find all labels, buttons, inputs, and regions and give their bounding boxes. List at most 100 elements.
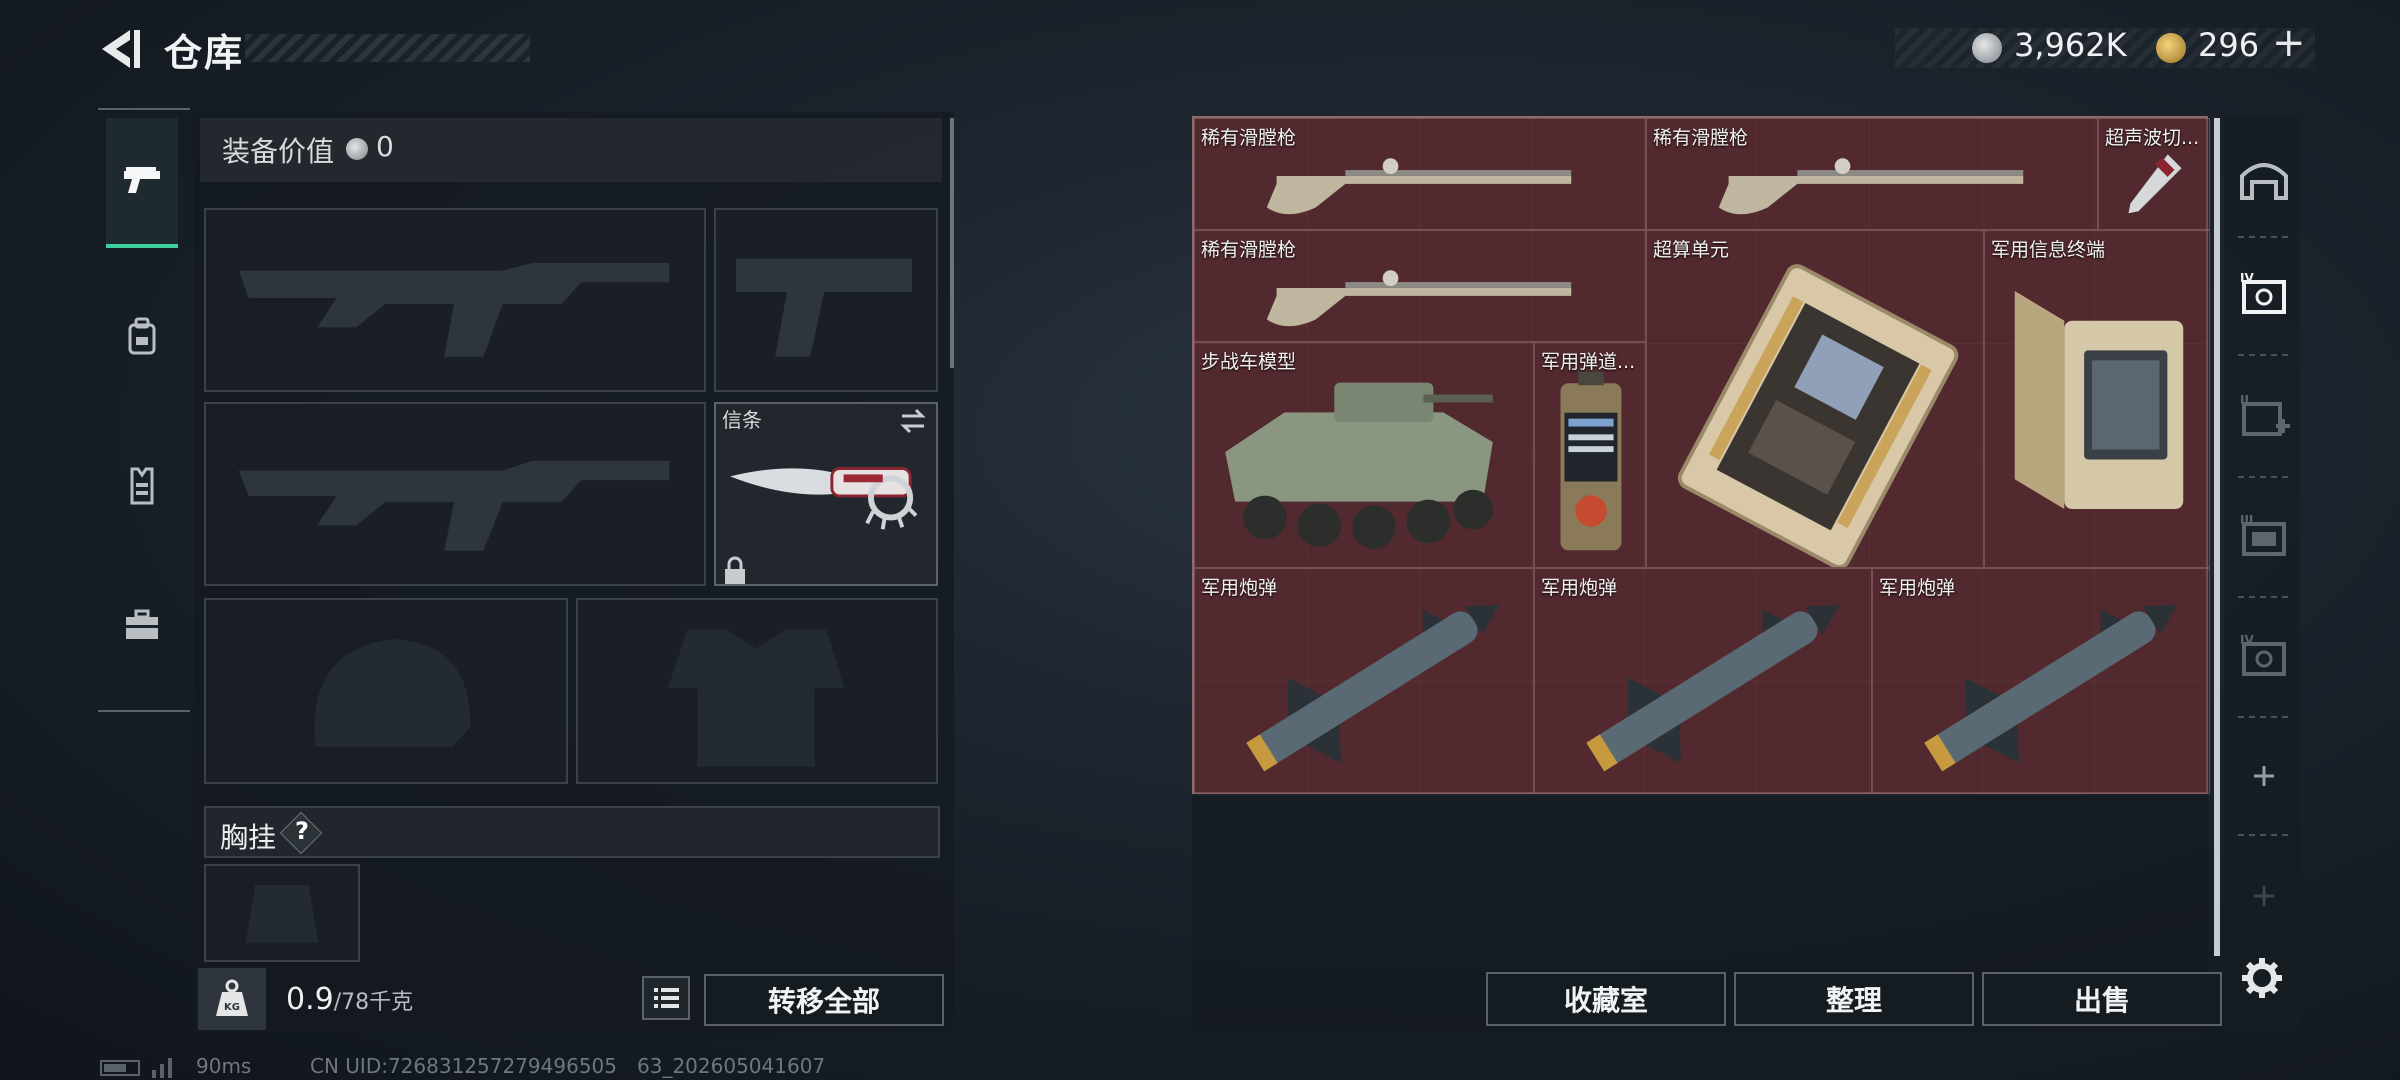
helmet-slot[interactable] xyxy=(204,598,568,784)
storage-scrollbar[interactable] xyxy=(2214,118,2220,956)
coin-icon xyxy=(1972,33,2002,63)
backpack-icon xyxy=(128,317,156,355)
storage-tab-add-2[interactable]: II xyxy=(2236,390,2292,446)
tidy-button[interactable]: 整理 xyxy=(1734,972,1974,1026)
chest-rig-silhouette-icon xyxy=(245,885,319,943)
safe-box-iii-icon: III xyxy=(2240,513,2286,556)
artillery-shell-icon xyxy=(1586,604,1840,772)
primary-weapon-slot[interactable] xyxy=(204,208,706,392)
equipment-value: 0 xyxy=(376,130,394,163)
supercomputing-unit-icon xyxy=(1677,264,1959,567)
divider xyxy=(2238,596,2288,598)
token-balance: 296 xyxy=(2198,26,2260,64)
user-uid: CN UID:726831257279496505 63_20260504160… xyxy=(310,1054,826,1078)
storage-tab-4[interactable]: IV xyxy=(2236,268,2292,324)
title-decoration xyxy=(245,34,530,62)
token-icon xyxy=(2156,33,2186,63)
item-name: 超算单元 xyxy=(1653,239,1730,261)
sell-button[interactable]: 出售 xyxy=(1982,972,2222,1026)
artillery-shell-icon xyxy=(1924,604,2178,772)
item-name: 稀有滑膛枪 xyxy=(1201,239,1297,261)
rifle-silhouette-icon xyxy=(238,460,670,551)
item-name: 超声波切... xyxy=(2105,127,2200,149)
storage-tab-3[interactable]: III xyxy=(2236,510,2292,566)
item-name: 军用炮弹 xyxy=(1879,577,1956,599)
weight-icon: KG xyxy=(216,979,248,1016)
secondary-weapon-slot[interactable] xyxy=(204,402,706,586)
plus-icon xyxy=(2254,886,2274,906)
svg-text:II: II xyxy=(2240,393,2249,407)
body-armor-silhouette-icon xyxy=(667,629,845,767)
plus-icon xyxy=(2254,766,2274,786)
nav-backpack[interactable] xyxy=(106,270,178,400)
nav-toolbox[interactable] xyxy=(106,560,178,690)
chest-rig-slot[interactable] xyxy=(204,864,360,962)
carry-weight-current: 0.9 xyxy=(286,982,334,1017)
equipment-value-label: 装备价值 xyxy=(222,135,335,168)
warehouse-icon xyxy=(2240,163,2288,200)
melee-item-name: 信条 xyxy=(722,408,762,432)
chest-rig-label: 胸挂 xyxy=(220,821,277,854)
storage-item[interactable]: 超声波切... xyxy=(2098,118,2210,230)
carry-weight: 0.9/78千克 xyxy=(286,982,413,1017)
safe-box-add-icon: II xyxy=(2240,393,2290,436)
battery-icon xyxy=(100,1060,140,1076)
coin-icon xyxy=(346,138,368,160)
add-storage-button[interactable] xyxy=(2236,748,2292,804)
storage-tab-4-alt[interactable]: IV xyxy=(2236,630,2292,686)
equipment-scrollbar[interactable] xyxy=(950,118,954,368)
svg-text:IV: IV xyxy=(2240,633,2254,647)
divider xyxy=(2238,834,2288,836)
storage-item[interactable]: 军用信息终端 xyxy=(1984,230,2210,568)
add-currency-button[interactable]: + xyxy=(2272,20,2306,66)
svg-text:IV: IV xyxy=(2240,271,2254,285)
divider xyxy=(2238,716,2288,718)
carry-weight-max: /78千克 xyxy=(333,990,414,1015)
storage-item[interactable]: 超算单元 xyxy=(1646,230,1984,568)
storage-item[interactable]: 步战车模型 xyxy=(1194,342,1534,568)
item-name: 军用炮弹 xyxy=(1541,577,1618,599)
swap-icon[interactable] xyxy=(898,406,928,436)
signal-icon xyxy=(152,1058,172,1078)
storage-item[interactable]: 稀有滑膛枪 xyxy=(1194,118,1646,230)
svg-text:KG: KG xyxy=(224,1002,240,1013)
weight-icon-box: KG xyxy=(198,968,266,1030)
back-arrow-icon[interactable] xyxy=(96,26,146,72)
add-storage-button-disabled xyxy=(2236,868,2292,924)
rifle-silhouette-icon xyxy=(238,262,670,357)
svg-text:III: III xyxy=(2240,513,2253,527)
item-name: 军用弹道... xyxy=(1541,351,1636,373)
armor-slot[interactable] xyxy=(576,598,938,784)
pistol-icon xyxy=(124,167,160,193)
ping-readout: 90ms xyxy=(196,1054,252,1078)
nav-vest[interactable] xyxy=(106,420,178,550)
divider xyxy=(2238,476,2288,478)
category-nav xyxy=(98,108,190,712)
gear-icon[interactable] xyxy=(2238,954,2286,1002)
ballistic-computer-icon xyxy=(1560,371,1622,551)
lock-icon xyxy=(725,556,745,584)
storage-item[interactable]: 稀有滑膛枪 xyxy=(1646,118,2098,230)
transfer-all-button[interactable]: 转移全部 xyxy=(704,974,944,1026)
pistol-silhouette-icon xyxy=(736,258,913,357)
divider xyxy=(2238,354,2288,356)
list-icon xyxy=(654,988,679,1008)
storage-tab-home[interactable] xyxy=(2236,150,2292,206)
vault-button[interactable]: 收藏室 xyxy=(1486,972,1726,1026)
storage-item[interactable]: 军用弹道... xyxy=(1534,342,1646,568)
sidearm-slot[interactable] xyxy=(714,208,938,392)
item-name: 稀有滑膛枪 xyxy=(1201,127,1297,149)
storage-item[interactable]: 稀有滑膛枪 xyxy=(1194,230,1646,342)
storage-item[interactable]: 军用炮弹 xyxy=(1872,568,2210,794)
safe-box-iv-dim-icon: IV xyxy=(2240,633,2286,676)
nav-weapons[interactable] xyxy=(106,118,178,248)
storage-item[interactable]: 军用炮弹 xyxy=(1534,568,1872,794)
safe-box-iv-icon: IV xyxy=(2240,271,2286,314)
storage-item[interactable]: 军用炮弹 xyxy=(1194,568,1534,794)
toolbox-icon xyxy=(126,609,158,639)
artillery-shell-icon xyxy=(1246,604,1500,772)
item-name: 步战车模型 xyxy=(1201,351,1297,373)
list-view-button[interactable] xyxy=(642,976,690,1020)
ifv-model-icon xyxy=(1225,382,1493,550)
divider xyxy=(2238,236,2288,238)
